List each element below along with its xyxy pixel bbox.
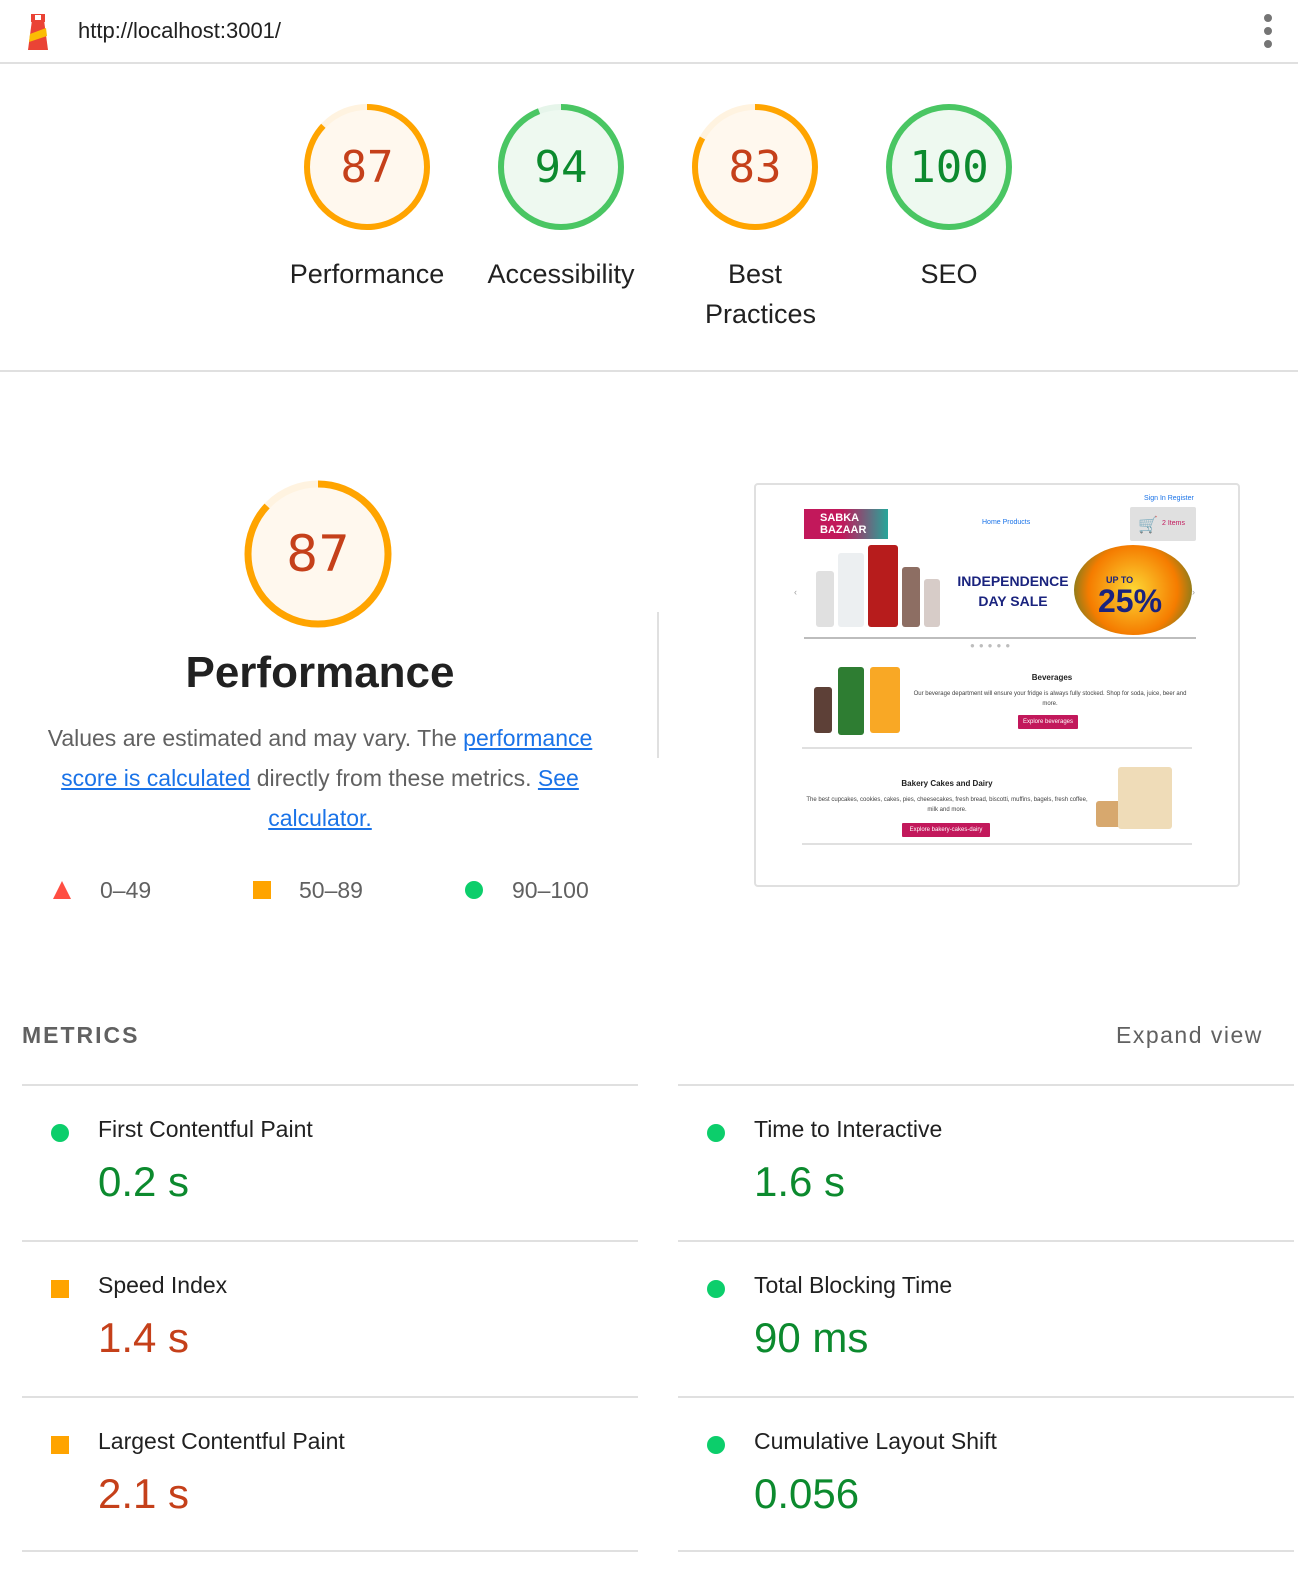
metric-name: Cumulative Layout Shift: [754, 1428, 997, 1454]
metric-first-contentful-paint: First Contentful Paint 0.2 s: [22, 1084, 638, 1240]
metrics-divider: [22, 1550, 638, 1552]
report-header: http://localhost:3001/: [0, 0, 1298, 64]
site-nav: Home Products: [982, 519, 1031, 526]
legend-range: 0–49: [100, 877, 152, 903]
gauge-score: 100: [909, 142, 988, 193]
circle-icon: [707, 1124, 725, 1142]
beverages-text: Our beverage department will ensure your…: [913, 691, 1187, 707]
metric-time-to-interactive: Time to Interactive 1.6 s: [678, 1084, 1294, 1240]
gauge-label: SEO: [920, 259, 978, 289]
gauge-ring: 94: [498, 104, 624, 230]
bakery-title: Bakery Cakes and Dairy: [901, 779, 993, 788]
offer-badge: UP TO 25%: [1074, 545, 1192, 635]
cart-icon: 🛒: [1138, 517, 1158, 534]
more-options-icon[interactable]: [1258, 12, 1278, 52]
expand-view-toggle[interactable]: Expand view: [1116, 1022, 1263, 1049]
performance-description: Values are estimated and may vary. The p…: [24, 718, 616, 838]
square-icon: [253, 881, 271, 899]
gauge-label: Best Practices: [705, 259, 817, 329]
circle-icon: [465, 881, 483, 899]
explore-beverages-button: Explore beverages: [1018, 715, 1078, 729]
gauge-seo[interactable]: 100 SEO: [859, 102, 1039, 294]
gauge-accessibility[interactable]: 94 Accessibility: [471, 102, 651, 294]
signin-register-links: Sign In Register: [1144, 495, 1194, 502]
metric-value: 0.2 s: [98, 1158, 190, 1205]
performance-score: 87: [286, 525, 350, 583]
circle-icon: [707, 1280, 725, 1298]
section-divider: [657, 612, 659, 758]
metric-name: First Contentful Paint: [98, 1116, 313, 1142]
metric-name: Total Blocking Time: [754, 1272, 953, 1298]
gauge-score: 94: [535, 142, 588, 193]
score-legend: 0–49 50–89 90–100: [0, 870, 640, 910]
beverages-title: Beverages: [1031, 673, 1073, 682]
lighthouse-logo-icon: [28, 14, 48, 50]
report-url: http://localhost:3001/: [78, 18, 282, 43]
metric-value: 1.4 s: [98, 1314, 190, 1361]
triangle-icon: [53, 881, 71, 899]
gauge-best-practices[interactable]: 83 Best Practices: [665, 102, 845, 334]
gauge-label: Performance: [289, 259, 445, 289]
square-icon: [51, 1280, 69, 1298]
final-screenshot[interactable]: Sign In Register SABKA BAZAAR Home Produ…: [754, 483, 1240, 887]
beverages-section: Beverages Our beverage department will e…: [802, 653, 1192, 749]
legend-range: 50–89: [299, 877, 363, 903]
square-icon: [51, 1436, 69, 1454]
metric-value: 2.1 s: [98, 1470, 190, 1517]
bakery-text: The best cupcakes, cookies, cakes, pies,…: [806, 797, 1088, 813]
metric-value: 1.6 s: [754, 1158, 846, 1205]
performance-gauge: 87: [244, 480, 392, 628]
gauge-ring: 87: [304, 104, 430, 230]
gauge-ring: 83: [692, 104, 818, 230]
explore-bakery-button: Explore bakery-cakes-dairy: [902, 823, 990, 837]
metric-value: 0.056: [754, 1470, 860, 1517]
performance-heading: Performance: [185, 648, 455, 697]
cart-count: 2 Items: [1162, 520, 1185, 527]
bakery-section: Bakery Cakes and Dairy The best cupcakes…: [802, 749, 1192, 845]
metric-total-blocking-time: Total Blocking Time 90 ms: [678, 1240, 1294, 1396]
circle-icon: [707, 1436, 725, 1454]
metric-name: Time to Interactive: [754, 1116, 943, 1142]
score-gauges: 87 Performance 94 Accessibility 83 Best …: [0, 64, 1298, 372]
metric-largest-contentful-paint: Largest Contentful Paint 2.1 s: [22, 1396, 638, 1552]
legend-range: 90–100: [512, 877, 589, 903]
metric-name: Speed Index: [98, 1272, 228, 1298]
desc-text: Values are estimated and may vary. The: [47, 725, 464, 751]
gauge-label: Accessibility: [487, 259, 635, 289]
carousel-prev-icon: ‹: [794, 587, 797, 597]
circle-icon: [51, 1124, 69, 1142]
gauge-score: 83: [729, 142, 782, 193]
cart-button: 🛒 2 Items: [1130, 507, 1196, 541]
metrics-heading: METRICS: [22, 1022, 140, 1048]
sale-text: INDEPENDENCE DAY SALE: [957, 573, 1069, 609]
desc-text: directly from these metrics.: [250, 765, 538, 791]
gauge-ring: 100: [886, 104, 1012, 230]
offer-percent: 25%: [1098, 583, 1163, 619]
gauge-score: 87: [341, 142, 394, 193]
metric-name: Largest Contentful Paint: [98, 1428, 345, 1454]
carousel-dots: ●●●●●: [970, 641, 1015, 650]
gauge-performance[interactable]: 87 Performance: [277, 102, 457, 294]
metric-cumulative-layout-shift: Cumulative Layout Shift 0.056: [678, 1396, 1294, 1552]
metric-speed-index: Speed Index 1.4 s: [22, 1240, 638, 1396]
site-logo: SABKA BAZAAR: [804, 509, 888, 539]
metric-value: 90 ms: [754, 1314, 869, 1361]
metrics-divider: [678, 1550, 1294, 1552]
sale-banner: INDEPENDENCE DAY SALE UP TO 25%: [804, 541, 1196, 639]
